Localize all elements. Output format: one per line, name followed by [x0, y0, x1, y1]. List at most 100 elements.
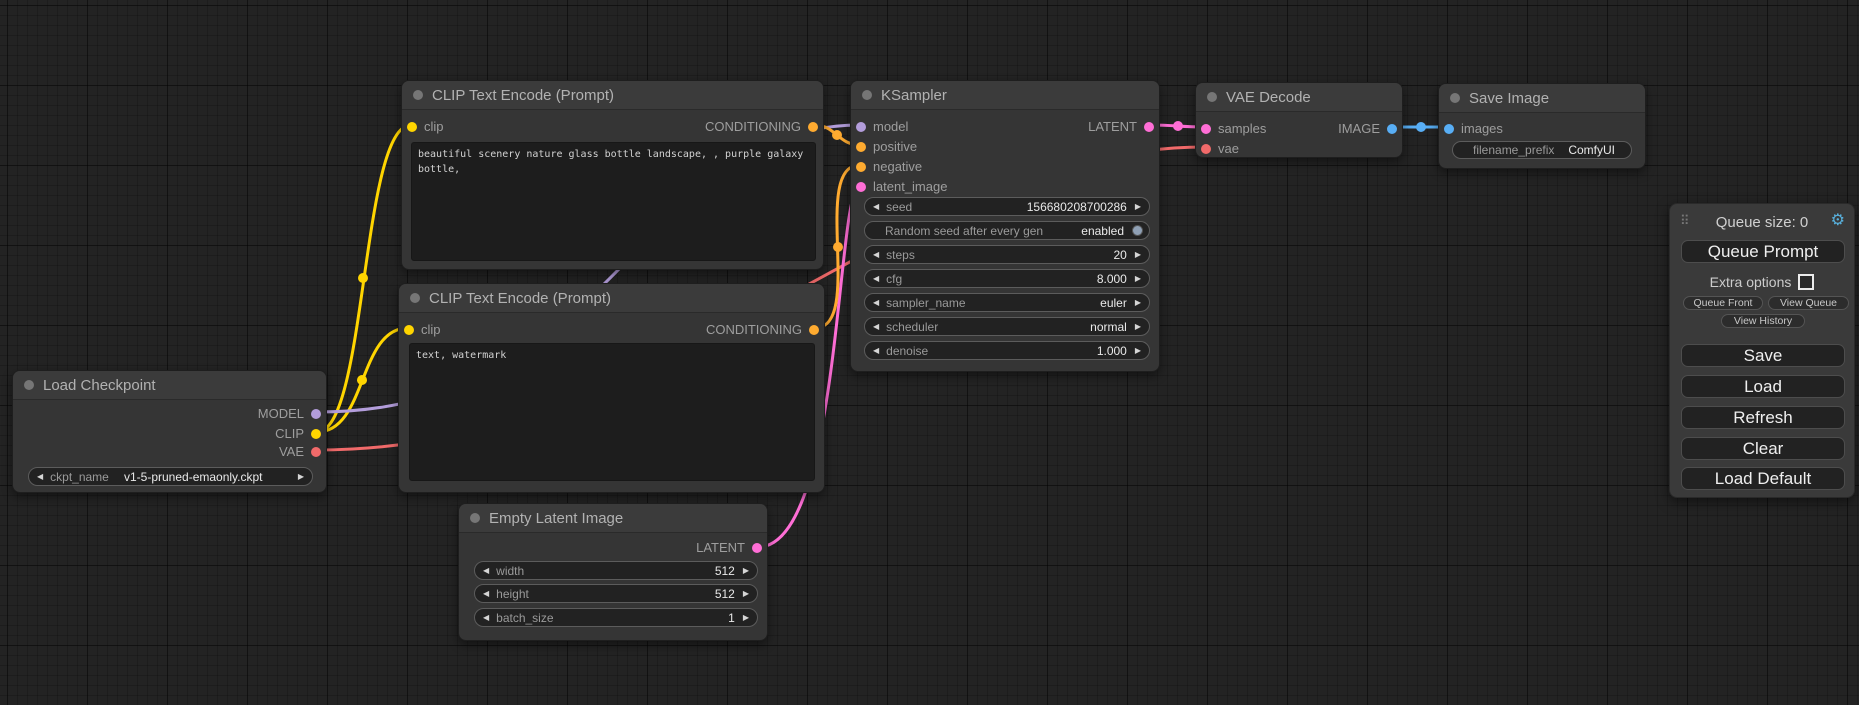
view-queue-button[interactable]: View Queue — [1768, 296, 1849, 310]
output-label-clip: CLIP — [275, 426, 304, 441]
node-title: Empty Latent Image — [489, 510, 623, 527]
increment-icon[interactable]: ▶ — [1135, 323, 1141, 331]
widget-batch-size[interactable]: ◀ batch_size 1 ▶ — [474, 608, 758, 627]
node-header[interactable]: Save Image — [1439, 84, 1645, 113]
widget-height[interactable]: ◀ height 512 ▶ — [474, 584, 758, 603]
queue-prompt-button[interactable]: Queue Prompt — [1681, 240, 1845, 263]
node-vae-decode[interactable]: VAE Decode samples vae IMAGE — [1195, 82, 1403, 158]
node-empty-latent-image[interactable]: Empty Latent Image LATENT ◀ width 512 ▶ … — [458, 503, 768, 641]
decrement-icon[interactable]: ◀ — [483, 567, 489, 575]
decrement-icon[interactable]: ◀ — [483, 614, 489, 622]
output-port-model[interactable] — [311, 409, 321, 419]
clear-button[interactable]: Clear — [1681, 437, 1845, 460]
node-title: Load Checkpoint — [43, 377, 156, 394]
output-port-vae[interactable] — [311, 447, 321, 457]
widget-scheduler[interactable]: ◀ scheduler normal ▶ — [864, 317, 1150, 336]
output-label-conditioning: CONDITIONING — [706, 322, 802, 337]
input-port-samples[interactable] — [1201, 124, 1211, 134]
input-port-clip[interactable] — [407, 122, 417, 132]
load-default-button[interactable]: Load Default — [1681, 467, 1845, 490]
widget-filename-prefix[interactable]: filename_prefix ComfyUI — [1452, 141, 1632, 159]
output-port-latent[interactable] — [1144, 122, 1154, 132]
collapse-dot-icon[interactable] — [470, 513, 480, 523]
input-port-positive[interactable] — [856, 142, 866, 152]
output-port-conditioning[interactable] — [809, 325, 819, 335]
decrement-icon[interactable]: ◀ — [873, 299, 879, 307]
widget-steps[interactable]: ◀ steps 20 ▶ — [864, 245, 1150, 264]
wire-midpoint-dot — [1416, 122, 1426, 132]
node-header[interactable]: Empty Latent Image — [459, 504, 767, 533]
widget-value: 1.000 — [1097, 344, 1127, 358]
decrement-icon[interactable]: ◀ — [873, 323, 879, 331]
increment-icon[interactable]: ▶ — [743, 567, 749, 575]
decrement-icon[interactable]: ◀ — [483, 590, 489, 598]
widget-label: width — [496, 564, 524, 578]
widget-random-seed-toggle[interactable]: Random seed after every gen enabled — [864, 221, 1150, 240]
widget-width[interactable]: ◀ width 512 ▶ — [474, 561, 758, 580]
node-header[interactable]: CLIP Text Encode (Prompt) — [402, 81, 823, 110]
input-port-latent-image[interactable] — [856, 182, 866, 192]
queue-front-button[interactable]: Queue Front — [1683, 296, 1763, 310]
collapse-dot-icon[interactable] — [1207, 92, 1217, 102]
node-header[interactable]: Load Checkpoint — [13, 371, 326, 400]
decrement-icon[interactable]: ◀ — [873, 275, 879, 283]
collapse-dot-icon[interactable] — [413, 90, 423, 100]
output-port-image[interactable] — [1387, 124, 1397, 134]
node-header[interactable]: CLIP Text Encode (Prompt) — [399, 284, 824, 313]
collapse-dot-icon[interactable] — [410, 293, 420, 303]
increment-icon[interactable]: ▶ — [1135, 251, 1141, 259]
widget-ckpt-name[interactable]: ◀ ckpt_name v1-5-pruned-emaonly.ckpt ▶ — [28, 467, 313, 486]
widget-cfg[interactable]: ◀ cfg 8.000 ▶ — [864, 269, 1150, 288]
increment-icon[interactable]: ▶ — [298, 473, 304, 481]
input-row: vae — [1201, 139, 1239, 158]
load-button[interactable]: Load — [1681, 375, 1845, 398]
widget-label: sampler_name — [886, 296, 965, 310]
increment-icon[interactable]: ▶ — [1135, 299, 1141, 307]
increment-icon[interactable]: ▶ — [743, 614, 749, 622]
node-header[interactable]: VAE Decode — [1196, 83, 1402, 112]
output-port-clip[interactable] — [311, 429, 321, 439]
widget-value: 20 — [1113, 248, 1126, 262]
decrement-icon[interactable]: ◀ — [873, 203, 879, 211]
node-ksampler[interactable]: KSampler model positive negative latent_… — [850, 80, 1160, 372]
toggle-knob-icon[interactable] — [1132, 225, 1143, 236]
widget-seed[interactable]: ◀ seed 156680208700286 ▶ — [864, 197, 1150, 216]
increment-icon[interactable]: ▶ — [743, 590, 749, 598]
decrement-icon[interactable]: ◀ — [873, 347, 879, 355]
input-port-vae[interactable] — [1201, 144, 1211, 154]
node-clip-text-encode-positive[interactable]: CLIP Text Encode (Prompt) clip CONDITION… — [401, 80, 824, 270]
decrement-icon[interactable]: ◀ — [37, 473, 43, 481]
increment-icon[interactable]: ▶ — [1135, 275, 1141, 283]
prompt-textarea[interactable]: beautiful scenery nature glass bottle la… — [411, 142, 816, 261]
wire-midpoint-dot — [1173, 121, 1183, 131]
decrement-icon[interactable]: ◀ — [873, 251, 879, 259]
input-port-model[interactable] — [856, 122, 866, 132]
prompt-textarea[interactable]: text, watermark — [409, 343, 815, 481]
view-history-button[interactable]: View History — [1721, 314, 1805, 328]
increment-icon[interactable]: ▶ — [1135, 347, 1141, 355]
widget-denoise[interactable]: ◀ denoise 1.000 ▶ — [864, 341, 1150, 360]
input-port-clip[interactable] — [404, 325, 414, 335]
increment-icon[interactable]: ▶ — [1135, 203, 1141, 211]
refresh-button[interactable]: Refresh — [1681, 406, 1845, 429]
collapse-dot-icon[interactable] — [1450, 93, 1460, 103]
output-port-conditioning[interactable] — [808, 122, 818, 132]
save-button[interactable]: Save — [1681, 344, 1845, 367]
node-save-image[interactable]: Save Image images filename_prefix ComfyU… — [1438, 83, 1646, 169]
widget-value: 8.000 — [1097, 272, 1127, 286]
widget-value: ComfyUI — [1568, 143, 1615, 157]
widget-label: height — [496, 587, 529, 601]
node-header[interactable]: KSampler — [851, 81, 1159, 110]
extra-options-checkbox[interactable] — [1798, 274, 1814, 290]
input-port-images[interactable] — [1444, 124, 1454, 134]
node-load-checkpoint[interactable]: Load Checkpoint MODEL CLIP VAE ◀ ckpt_na… — [12, 370, 327, 493]
output-label-image: IMAGE — [1338, 121, 1380, 136]
node-clip-text-encode-negative[interactable]: CLIP Text Encode (Prompt) clip CONDITION… — [398, 283, 825, 493]
node-graph-canvas[interactable]: Load Checkpoint MODEL CLIP VAE ◀ ckpt_na… — [0, 0, 1859, 705]
settings-gear-icon[interactable]: ⚙ — [1831, 213, 1845, 229]
collapse-dot-icon[interactable] — [24, 380, 34, 390]
widget-sampler-name[interactable]: ◀ sampler_name euler ▶ — [864, 293, 1150, 312]
output-port-latent[interactable] — [752, 543, 762, 553]
input-port-negative[interactable] — [856, 162, 866, 172]
collapse-dot-icon[interactable] — [862, 90, 872, 100]
